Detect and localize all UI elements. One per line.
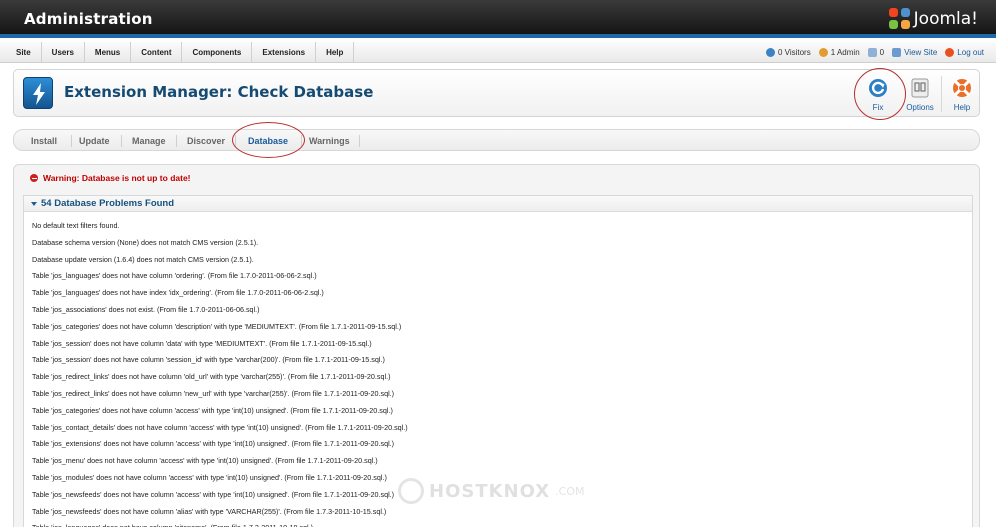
refresh-icon — [867, 77, 889, 99]
problem-item: Table 'jos_associations' does not exist.… — [32, 304, 260, 314]
problems-header[interactable]: 54 Database Problems Found — [24, 196, 972, 212]
problem-item: Table 'jos_newsfeeds' does not have colu… — [32, 506, 387, 516]
menu-site[interactable]: Site — [6, 42, 42, 63]
fix-label: Fix — [872, 103, 884, 112]
tab-warnings[interactable]: Warnings — [309, 130, 350, 152]
joomla-brand[interactable]: Joomla! — [888, 8, 978, 30]
tab-manage[interactable]: Manage — [132, 130, 166, 152]
messages-status[interactable]: 0 — [867, 48, 885, 57]
tab-divider — [176, 135, 177, 147]
admin-header: Administration Joomla! — [0, 0, 996, 38]
help-button[interactable]: Help — [943, 76, 981, 114]
admin-icon — [818, 48, 828, 57]
content-area: Warning: Database is not up to date! 54 … — [13, 164, 980, 527]
problem-item: Table 'jos_redirect_links' does not have… — [32, 388, 395, 398]
warning-icon — [30, 174, 38, 182]
problem-item: Database update version (1.6.4) does not… — [32, 254, 254, 264]
submenu-tabs: Install Update Manage Discover Database … — [13, 122, 980, 158]
hostknox-watermark: HOSTKNOX .COM — [398, 478, 585, 504]
problem-item: Table 'jos_menu' does not have column 'a… — [32, 456, 378, 466]
visitors-status: 0 Visitors — [765, 48, 811, 57]
menu-users[interactable]: Users — [42, 42, 85, 63]
messages-count: 0 — [879, 48, 885, 57]
visitors-count: 0 Visitors — [777, 48, 811, 57]
problem-item: Table 'jos_languages' does not have inde… — [32, 288, 324, 298]
joomla-logo-icon — [888, 8, 911, 30]
view-site-link[interactable]: View Site — [892, 48, 937, 57]
problem-item: Table 'jos_session' does not have column… — [32, 338, 372, 348]
problems-title: 54 Database Problems Found — [41, 198, 175, 209]
tab-divider — [71, 135, 72, 147]
joomla-brand-text: Joomla! — [913, 9, 978, 29]
watermark-logo-icon — [398, 478, 424, 504]
view-site-label: View Site — [904, 48, 938, 57]
fix-button[interactable]: Fix — [859, 76, 897, 114]
messages-icon — [867, 48, 877, 57]
menu-help[interactable]: Help — [316, 42, 355, 63]
page-title: Extension Manager: Check Database — [64, 83, 374, 101]
help-lifebuoy-icon — [951, 77, 973, 99]
toolbar-divider — [941, 76, 942, 112]
logout-icon — [945, 48, 955, 57]
toolbar-panel: Extension Manager: Check Database Fix Op… — [13, 68, 981, 120]
collapse-caret-icon — [31, 202, 37, 206]
options-label: Options — [906, 103, 934, 112]
logout-label: Log out — [957, 48, 984, 57]
problem-item: Table 'jos_categories' does not have col… — [32, 405, 393, 415]
logout-link[interactable]: Log out — [945, 48, 984, 57]
help-label: Help — [953, 103, 971, 112]
tab-divider — [359, 135, 360, 147]
warning-message: Warning: Database is not up to date! — [30, 173, 191, 183]
options-icon — [909, 77, 931, 99]
tab-update[interactable]: Update — [79, 130, 110, 152]
problem-item: Table 'jos_contact_details' does not hav… — [32, 422, 408, 432]
menu-content[interactable]: Content — [131, 42, 183, 63]
view-site-icon — [892, 48, 902, 57]
problem-item: Table 'jos_languages' does not have colu… — [32, 523, 962, 527]
menu-components[interactable]: Components — [182, 42, 253, 63]
menu-menus[interactable]: Menus — [85, 42, 132, 63]
extension-manager-icon — [23, 77, 53, 109]
tab-divider — [121, 135, 122, 147]
menu-extensions[interactable]: Extensions — [252, 42, 317, 63]
problem-item: Table 'jos_categories' does not have col… — [32, 321, 402, 331]
tab-discover[interactable]: Discover — [187, 130, 225, 152]
header-title: Administration — [24, 10, 153, 28]
warning-text: Warning: Database is not up to date! — [43, 173, 191, 183]
tab-install[interactable]: Install — [31, 130, 57, 152]
options-button[interactable]: Options — [901, 76, 939, 114]
problem-item: Table 'jos_redirect_links' does not have… — [32, 372, 391, 382]
status-bar: 0 Visitors 1 Admin 0 View Site Log out — [765, 42, 984, 63]
admins-status: 1 Admin — [818, 48, 860, 57]
problem-item: Table 'jos_languages' does not have colu… — [32, 271, 317, 281]
visitors-icon — [765, 48, 775, 57]
admins-count: 1 Admin — [830, 48, 860, 57]
problem-item: Database schema version (None) does not … — [32, 237, 259, 247]
problem-item: No default text filters found. — [32, 221, 120, 230]
watermark-domain: .COM — [555, 484, 585, 498]
watermark-text: HOSTKNOX — [429, 480, 551, 502]
main-menu: Site Users Menus Content Components Exte… — [6, 42, 355, 63]
menu-bar: Site Users Menus Content Components Exte… — [0, 42, 996, 63]
problem-item: Table 'jos_session' does not have column… — [32, 355, 385, 365]
problem-item: Table 'jos_extensions' does not have col… — [32, 439, 395, 449]
database-highlight-circle — [232, 122, 305, 158]
